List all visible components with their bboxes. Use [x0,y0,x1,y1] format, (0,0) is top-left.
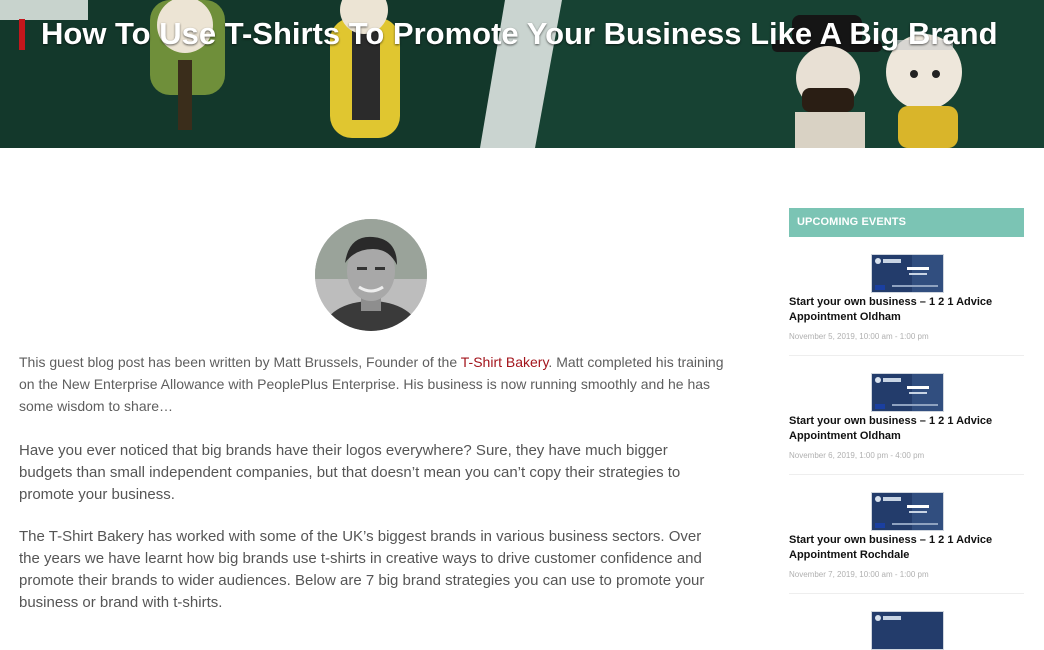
event-item[interactable]: Start your own business – 1 2 1 Advice A… [789,356,1024,475]
event-title[interactable]: Start your own business – 1 2 1 Advice A… [789,295,1019,325]
event-banner-icon [872,255,943,292]
event-date: November 6, 2019, 1:00 pm - 4:00 pm [789,451,925,460]
paragraph: Have you ever noticed that big brands ha… [19,442,681,503]
page-title: How To Use T-Shirts To Promote Your Busi… [41,16,998,51]
intro-text: This guest blog post has been written by… [19,354,461,370]
event-item[interactable]: Start your own business – 1 2 1 Advice A… [789,237,1024,356]
event-banner-icon [872,374,943,411]
event-thumbnail[interactable] [871,254,944,293]
article-body: This guest blog post has been written by… [19,351,724,634]
event-date: November 5, 2019, 10:00 am - 1:00 pm [789,332,929,341]
t-shirt-bakery-link[interactable]: T-Shirt Bakery [461,354,549,370]
event-item[interactable]: Start your own business – 1 2 1 Advice A… [789,475,1024,594]
paragraph: The T-Shirt Bakery has worked with some … [19,528,705,611]
event-title[interactable]: Start your own business – 1 2 1 Advice A… [789,414,1019,444]
sidebar: UPCOMING EVENTS Start your own business … [789,208,1024,650]
event-thumbnail[interactable] [871,373,944,412]
author-avatar [315,219,427,331]
intro-paragraph: This guest blog post has been written by… [19,351,724,417]
event-thumbnail[interactable] [871,611,944,650]
upcoming-events-heading: UPCOMING EVENTS [789,208,1024,237]
event-thumbnail[interactable] [871,492,944,531]
event-title[interactable]: Start your own business – 1 2 1 Advice A… [789,533,1019,563]
event-banner-icon [872,493,943,530]
hero-banner: How To Use T-Shirts To Promote Your Busi… [0,0,1044,148]
event-item-partial[interactable] [789,594,1024,650]
event-banner-icon [872,612,943,649]
avatar-icon [315,219,427,331]
event-date: November 7, 2019, 10:00 am - 1:00 pm [789,570,929,579]
title-accent-bar [19,19,25,50]
